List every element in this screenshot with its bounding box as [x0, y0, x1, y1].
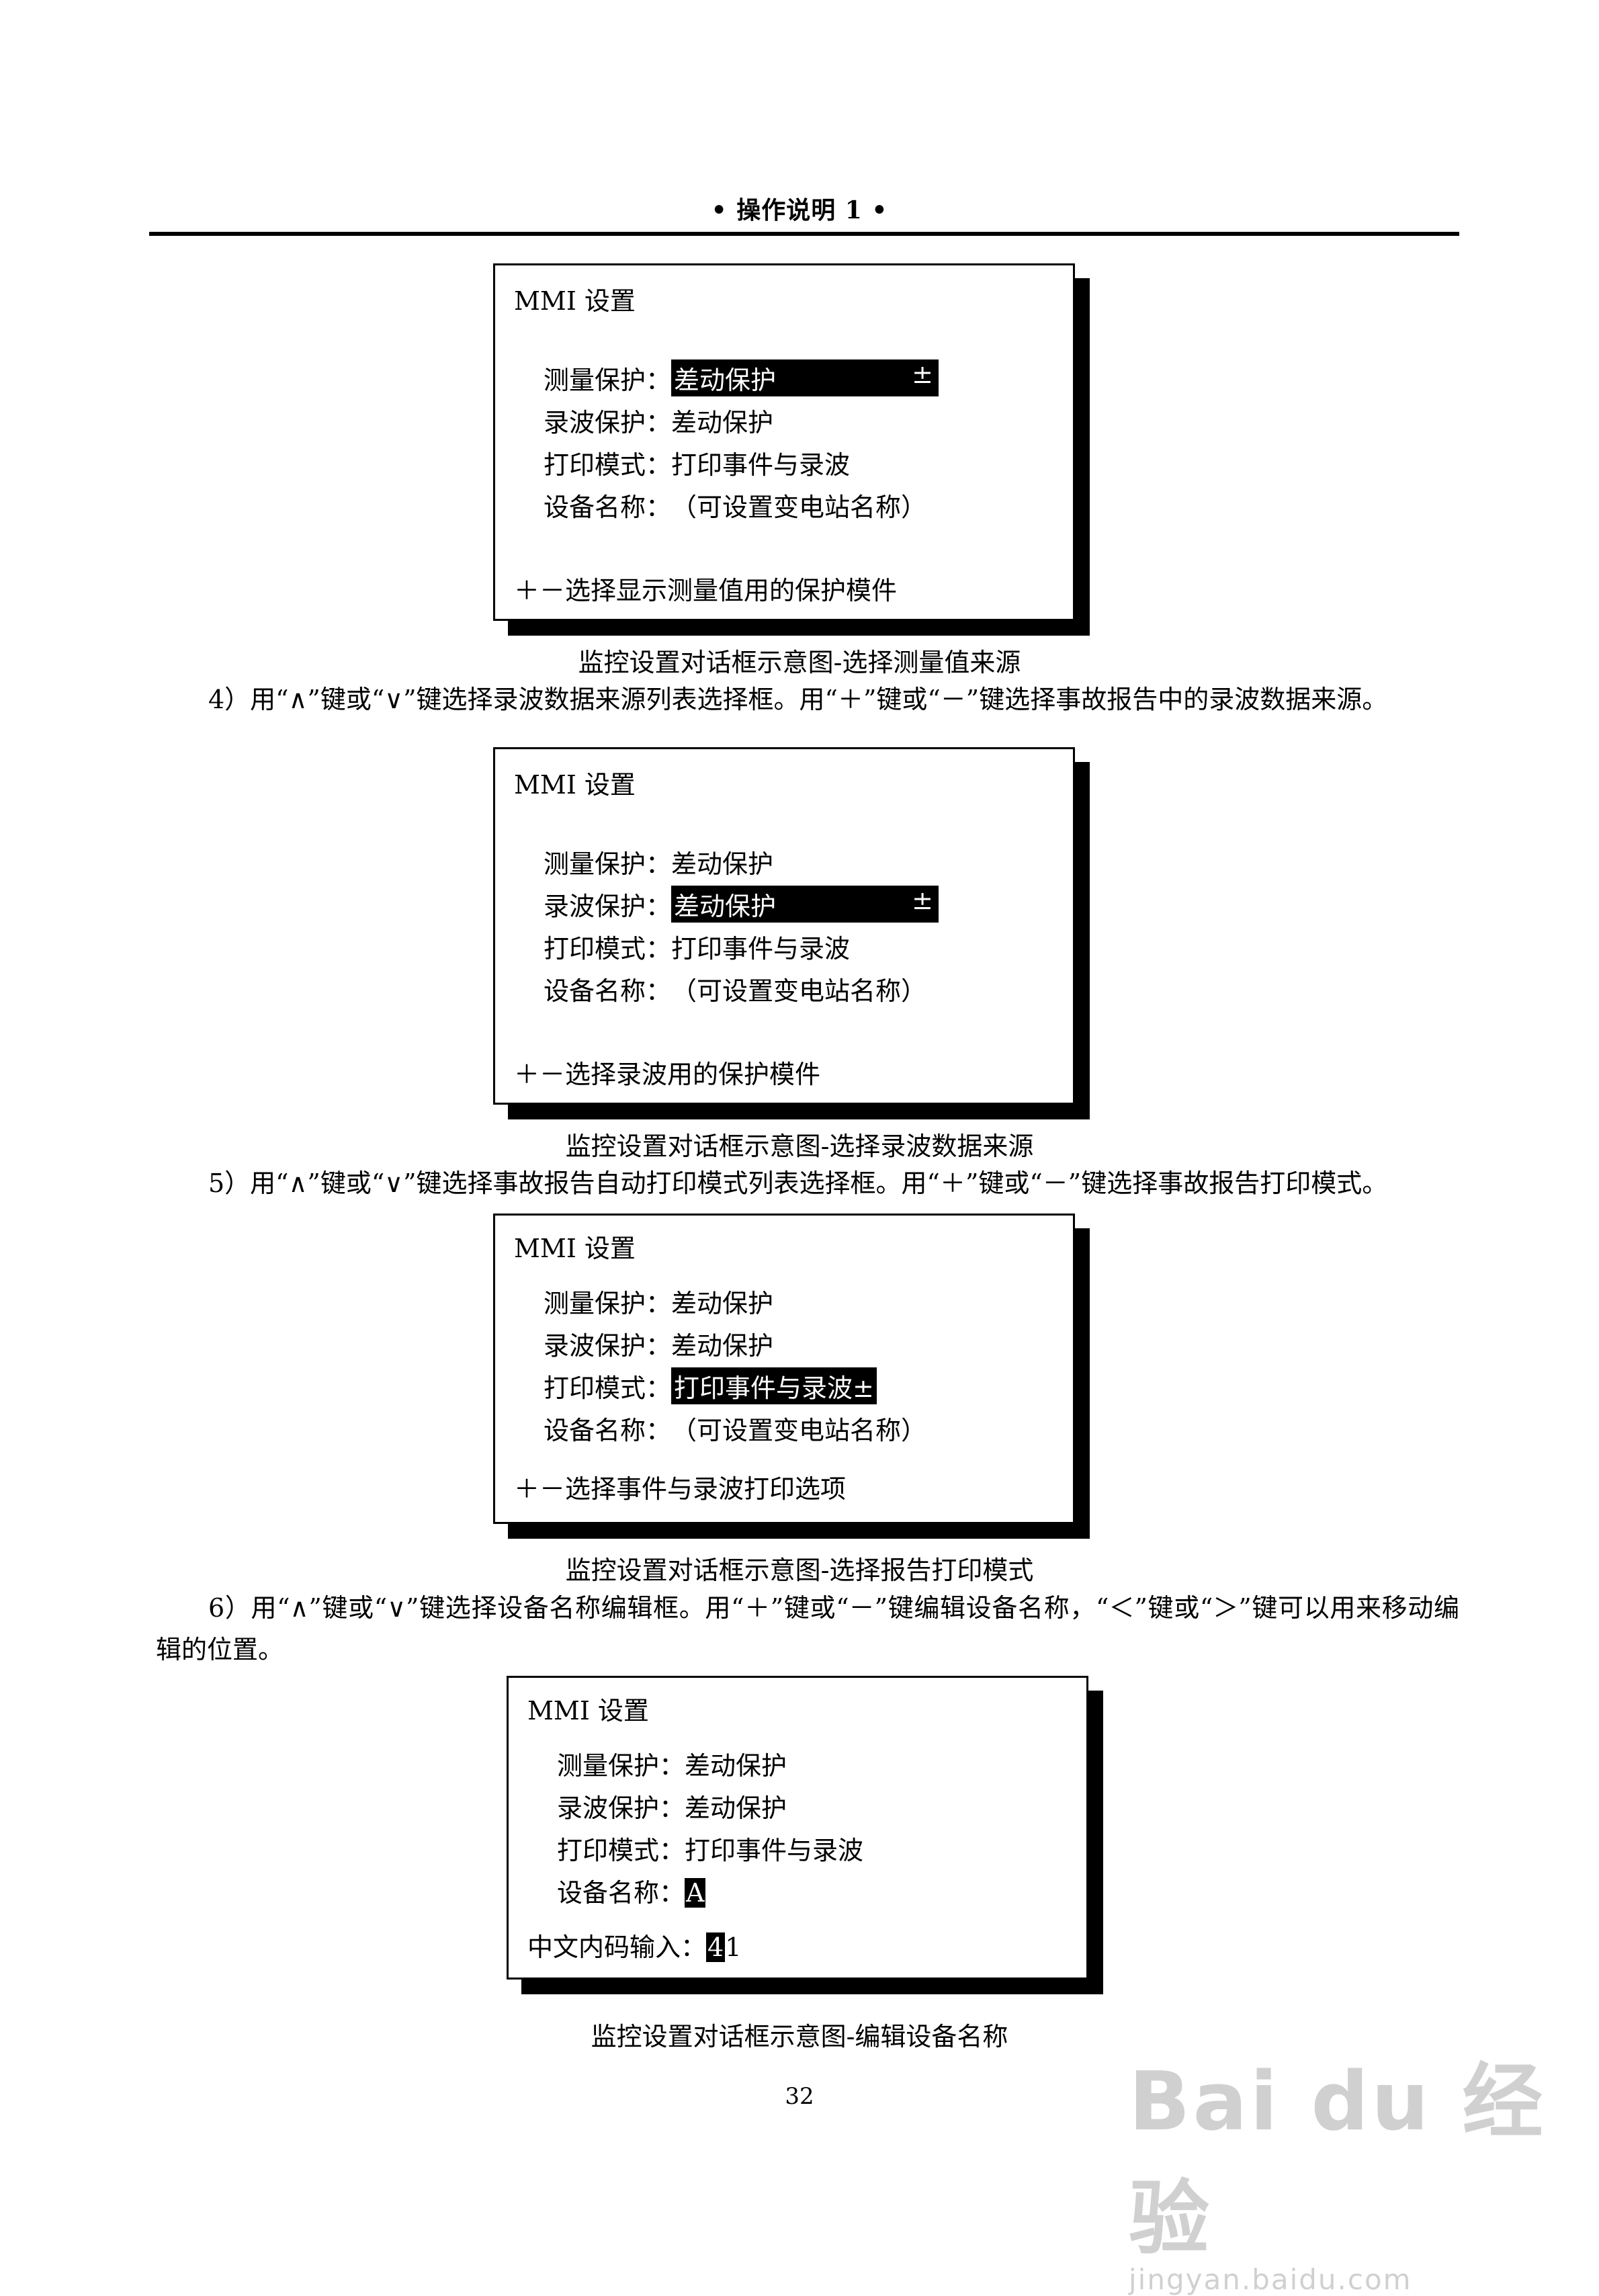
field-device-name[interactable]: 设备名称：（可设置变电站名称） [544, 1410, 926, 1447]
field-record-protection[interactable]: 录波保护：差动保护 [544, 402, 773, 439]
header-rule [149, 232, 1459, 236]
plus-minus-icon: ± [912, 359, 934, 389]
field-print-mode[interactable]: 打印模式：打印事件与录波 [544, 928, 850, 965]
dialog-device-name: MMI 设置 测量保护：差动保护 录波保护：差动保护 打印模式：打印事件与录波 … [507, 1676, 1103, 1994]
field-measure-protection[interactable]: 测量保护： 差动保护 ± [544, 359, 939, 396]
field-print-mode[interactable]: 打印模式： 打印事件与录波± [544, 1367, 877, 1404]
field-device-name[interactable]: 设备名称：A [557, 1872, 706, 1909]
paragraph-6: 6）用“∧”键或“∨”键选择设备名称编辑框。用“＋”键或“－”键编辑设备名称，“… [156, 1593, 1459, 1664]
field-measure-protection[interactable]: 测量保护：差动保护 [544, 1283, 773, 1320]
selected-value[interactable]: 打印事件与录波± [671, 1367, 877, 1404]
field-record-protection[interactable]: 录波保护：差动保护 [557, 1787, 787, 1824]
field-device-name[interactable]: 设备名称：（可设置变电站名称） [544, 970, 926, 1007]
dialog-hint: ＋－选择显示测量值用的保护模件 [514, 576, 898, 605]
paragraph-4: 4）用“∧”键或“∨”键选择录波数据来源列表选择框。用“＋”键或“－”键选择事故… [208, 685, 1388, 714]
page-header: • 操作说明 1 • [711, 196, 888, 224]
device-name-input[interactable]: A [685, 1878, 706, 1908]
field-print-mode[interactable]: 打印模式：打印事件与录波 [544, 444, 850, 481]
watermark: Bai du 经验 jingyan.baidu.com [1129, 2036, 1599, 2296]
caption-2: 监控设置对话框示意图-选择录波数据来源 [565, 1132, 1034, 1161]
paragraph-5: 5）用“∧”键或“∨”键选择事故报告自动打印模式列表选择框。用“＋”键或“－”键… [208, 1168, 1388, 1198]
dialog-title: MMI 设置 [514, 286, 636, 316]
dialog-print-mode: MMI 设置 测量保护：差动保护 录波保护：差动保护 打印模式： 打印事件与录波±… [493, 1214, 1090, 1539]
input-cursor[interactable]: 4 [706, 1932, 726, 1962]
dialog-hint: ＋－选择录波用的保护模件 [514, 1060, 821, 1089]
dialog-title: MMI 设置 [527, 1696, 649, 1726]
field-measure-protection[interactable]: 测量保护：差动保护 [557, 1745, 787, 1782]
field-record-protection[interactable]: 录波保护： 差动保护 ± [544, 886, 939, 923]
dialog-measure-source: MMI 设置 测量保护： 差动保护 ± 录波保护：差动保护 打印模式：打印事件与录波… [493, 263, 1090, 636]
selected-value[interactable]: 差动保护 ± [671, 359, 939, 396]
dialog-title: MMI 设置 [514, 1234, 636, 1263]
field-record-protection[interactable]: 录波保护：差动保护 [544, 1325, 773, 1362]
watermark-url: jingyan.baidu.com [1129, 2263, 1412, 2296]
plus-minus-icon: ± [912, 886, 934, 915]
caption-3: 监控设置对话框示意图-选择报告打印模式 [565, 1556, 1034, 1585]
selected-value[interactable]: 差动保护 ± [671, 886, 939, 923]
dialog-title: MMI 设置 [514, 770, 636, 800]
caption-1: 监控设置对话框示意图-选择测量值来源 [578, 648, 1021, 677]
watermark-brand: Bai du 经验 [1129, 2055, 1546, 2266]
field-print-mode[interactable]: 打印模式：打印事件与录波 [557, 1830, 863, 1867]
field-device-name[interactable]: 设备名称：（可设置变电站名称） [544, 486, 926, 523]
dialog-hint: ＋－选择事件与录波打印选项 [514, 1474, 847, 1504]
dialog-record-source: MMI 设置 测量保护：差动保护 录波保护： 差动保护 ± 打印模式：打印事件与录波… [493, 747, 1090, 1119]
field-measure-protection[interactable]: 测量保护：差动保护 [544, 843, 773, 880]
code-input-row[interactable]: 中文内码输入：41 [527, 1926, 741, 1963]
